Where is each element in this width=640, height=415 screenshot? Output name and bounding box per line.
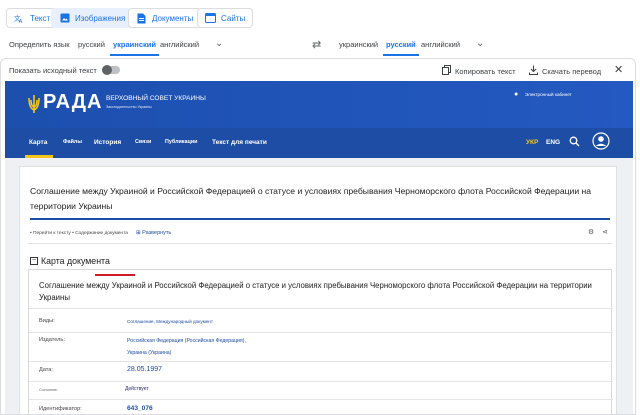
document-breadcrumbs[interactable]: • Перейти к тексту • Содержание документ… bbox=[30, 231, 128, 236]
document-icon bbox=[136, 13, 147, 24]
language-bar: Определить язык русский украинский англи… bbox=[0, 36, 640, 58]
status-label: Состояние: bbox=[39, 388, 58, 392]
share-icon[interactable]: ⋖ bbox=[602, 229, 608, 236]
mode-websites-label: Сайты bbox=[221, 13, 246, 23]
publisher-value-1[interactable]: Российская Федерация (Российская Федерац… bbox=[127, 338, 246, 344]
row-divider bbox=[29, 332, 613, 333]
expand-icon: ⊞ bbox=[136, 230, 141, 236]
settings-icon[interactable]: ⚙ bbox=[588, 229, 594, 236]
row-divider bbox=[29, 381, 613, 382]
translated-site-panel: Показать исходный текст Копировать текст… bbox=[0, 58, 636, 415]
mode-websites-button[interactable]: Сайты bbox=[197, 8, 254, 28]
document-card: Соглашение между Украиной и Российской Ф… bbox=[19, 166, 617, 414]
user-avatar-icon[interactable] bbox=[592, 132, 610, 152]
kinds-label: Виды: bbox=[39, 318, 55, 324]
status-highlight-underline bbox=[95, 274, 135, 276]
rada-website: РАДА ВЕРХОВНЫЙ СОВЕТ УКРАИНЫ Законодател… bbox=[5, 81, 633, 414]
show-original-label: Показать исходный текст bbox=[9, 66, 97, 75]
copy-text-button[interactable]: Копировать текст bbox=[442, 65, 516, 77]
panel-header: Показать исходный текст Копировать текст… bbox=[1, 59, 635, 81]
mode-documents-label: Документы bbox=[152, 13, 194, 23]
source-lang-chevron-down-icon[interactable]: ⌄ bbox=[215, 38, 223, 49]
nav-print-text[interactable]: Текст для печати bbox=[212, 139, 267, 146]
mode-images-button[interactable]: Изображения bbox=[51, 8, 134, 28]
document-title: Соглашение между Украиной и Российской Ф… bbox=[30, 186, 592, 211]
download-translation-button[interactable]: Скачать перевод bbox=[529, 65, 601, 77]
row-divider bbox=[29, 308, 613, 309]
expand-label: Развернуть bbox=[142, 230, 172, 236]
mode-images-label: Изображения bbox=[75, 13, 126, 23]
target-lang-russian[interactable]: русский bbox=[383, 40, 419, 56]
collapse-icon: − bbox=[30, 257, 38, 265]
expand-link[interactable]: ⊞ Развернуть bbox=[136, 230, 171, 236]
download-icon bbox=[529, 65, 538, 77]
section-divider bbox=[28, 243, 612, 244]
publisher-label: Издатель: bbox=[39, 337, 65, 343]
copy-text-label: Копировать текст bbox=[455, 66, 516, 76]
source-lang-english[interactable]: английский bbox=[160, 40, 199, 49]
source-lang-ukrainian[interactable]: украинский bbox=[110, 40, 159, 56]
date-value: 28.05.1997 bbox=[127, 366, 163, 373]
target-lang-ukrainian[interactable]: украинский bbox=[339, 40, 378, 49]
swap-languages-icon[interactable]: ⇄ bbox=[312, 38, 321, 51]
svg-text:A: A bbox=[19, 19, 23, 24]
map-document-title: Соглашение между Украиной и Российской Ф… bbox=[39, 281, 592, 302]
close-icon[interactable]: ✕ bbox=[614, 63, 623, 76]
org-name: ВЕРХОВНЫЙ СОВЕТ УКРАИНЫ bbox=[106, 95, 206, 102]
nav-files[interactable]: Файлы bbox=[63, 139, 82, 145]
row-divider bbox=[29, 399, 613, 400]
website-icon bbox=[205, 13, 216, 24]
electronic-cabinet-link[interactable]: Электронный кабинет bbox=[525, 92, 572, 97]
nav-links[interactable]: Связи bbox=[135, 139, 151, 145]
rada-header: РАДА ВЕРХОВНЫЙ СОВЕТ УКРАИНЫ Законодател… bbox=[5, 81, 633, 128]
image-icon bbox=[59, 13, 70, 24]
document-map-heading[interactable]: − Карта документа bbox=[30, 256, 110, 266]
nav-publications[interactable]: Публикации bbox=[165, 139, 197, 145]
search-icon[interactable] bbox=[569, 136, 580, 149]
cabinet-user-icon: ● bbox=[514, 91, 519, 98]
nav-map[interactable]: Карта bbox=[29, 139, 47, 146]
date-label: Дата: bbox=[39, 367, 53, 373]
target-lang-english[interactable]: английский bbox=[421, 40, 460, 49]
identifier-label: Идентификатор: bbox=[39, 406, 82, 412]
org-subtitle: Законодательство Украины bbox=[106, 105, 152, 109]
document-map-title: Карта документа bbox=[41, 256, 110, 266]
translate-icon: 文A bbox=[14, 13, 25, 24]
page-content: Соглашение между Украиной и Российской Ф… bbox=[5, 158, 633, 414]
identifier-value: 643_076 bbox=[127, 405, 153, 412]
row-divider bbox=[29, 361, 613, 362]
status-value[interactable]: Действует bbox=[125, 386, 149, 392]
trident-logo-icon bbox=[27, 94, 41, 119]
rada-logo-text[interactable]: РАДА bbox=[43, 91, 102, 114]
mode-documents-button[interactable]: Документы bbox=[128, 8, 202, 28]
download-translation-label: Скачать перевод bbox=[542, 66, 602, 76]
source-lang-russian[interactable]: русский bbox=[78, 40, 105, 49]
translate-mode-bar: 文A Текст Изображения Документы Сайты bbox=[0, 0, 640, 36]
mode-text-label: Текст bbox=[30, 13, 51, 23]
copy-icon bbox=[442, 65, 451, 77]
target-lang-chevron-down-icon[interactable]: ⌄ bbox=[476, 38, 484, 49]
document-map-box: Соглашение между Украиной и Российской Ф… bbox=[28, 269, 613, 414]
rada-nav: Карта Файлы История Связи Публикации Тек… bbox=[5, 128, 633, 158]
lang-eng-link[interactable]: ENG bbox=[546, 139, 560, 146]
show-original-toggle[interactable] bbox=[102, 65, 120, 75]
card-actions: ⚙ ⋖ bbox=[588, 228, 608, 236]
lang-ukr-link[interactable]: УКР bbox=[526, 139, 538, 146]
nav-history[interactable]: История bbox=[94, 139, 121, 146]
source-lang-detect[interactable]: Определить язык bbox=[9, 40, 70, 49]
publisher-value-2[interactable]: Украина (Украина) bbox=[127, 350, 171, 356]
kinds-value[interactable]: Соглашение, Международный документ bbox=[127, 319, 213, 324]
title-divider bbox=[30, 218, 610, 220]
